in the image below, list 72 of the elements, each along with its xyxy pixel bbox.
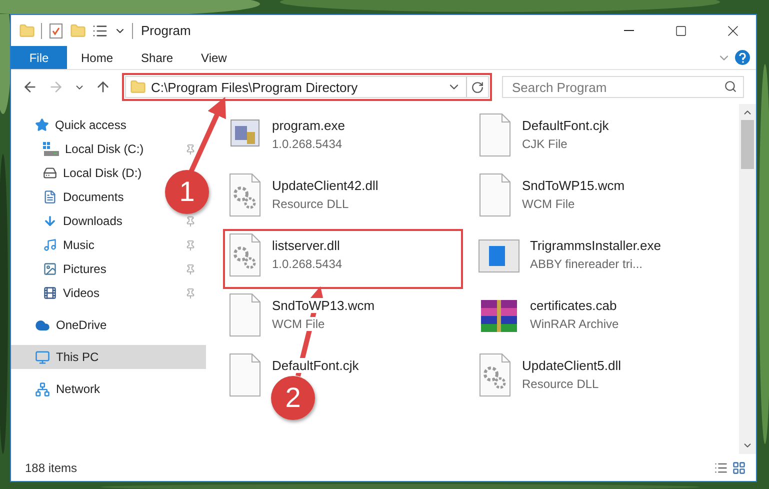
sidebar-item[interactable]: Documents	[11, 185, 128, 209]
file-detail: Resource DLL	[522, 377, 599, 391]
maximize-icon	[675, 24, 687, 36]
details-view-icon[interactable]	[714, 460, 728, 474]
file-name[interactable]: UpdateClient5.dll	[522, 358, 622, 373]
file-name[interactable]: certificates.cab	[530, 298, 617, 313]
file-name[interactable]: SndToWP15.wcm	[522, 178, 625, 193]
refresh-icon	[471, 80, 484, 94]
gear-file-icon	[477, 352, 513, 398]
file-detail: WCM File	[272, 317, 325, 331]
system-drive-icon	[43, 142, 59, 156]
item-count: 188 items	[25, 460, 78, 474]
scrollbar-thumb[interactable]	[741, 120, 754, 169]
picture-icon	[43, 262, 57, 276]
file-detail: 1.0.268.5434	[272, 257, 342, 271]
pin-icon[interactable]	[185, 264, 196, 274]
drive-icon	[43, 166, 57, 180]
folder-icon	[130, 79, 146, 95]
file-detail: Resource DLL	[272, 197, 349, 211]
file-icon	[227, 352, 263, 398]
file-name[interactable]: SndToWP13.wcm	[272, 298, 375, 313]
sidebar-item[interactable]: Downloads	[11, 209, 126, 233]
download-icon	[43, 214, 57, 228]
sidebar-item[interactable]: OneDrive	[11, 313, 111, 337]
sidebar-item[interactable]: Quick access	[11, 113, 130, 137]
search-field[interactable]: Search Program	[502, 76, 744, 98]
monitor-icon	[35, 350, 50, 364]
music-note-icon	[43, 238, 57, 252]
file-name[interactable]: DefaultFont.cjk	[522, 118, 609, 133]
minimize-icon	[624, 30, 634, 31]
file-name[interactable]: TrigrammsInstaller.exe	[530, 238, 661, 253]
list-icon[interactable]	[92, 22, 108, 38]
gear-file-icon	[227, 172, 263, 218]
file-name[interactable]: DefaultFont.cjk	[272, 358, 359, 373]
ribbon-tab[interactable]: View	[187, 46, 241, 69]
file-detail: CJK File	[522, 137, 568, 151]
cloud-icon	[35, 318, 50, 332]
file-name[interactable]: listserver.dll	[272, 238, 340, 253]
search-icon[interactable]	[724, 80, 737, 93]
sidebar-item[interactable]: Videos	[11, 281, 104, 305]
pin-icon[interactable]	[185, 216, 196, 226]
star-icon	[35, 118, 49, 132]
file-detail: 1.0.268.5434	[272, 137, 342, 151]
file-detail: WinRAR Archive	[530, 317, 619, 331]
pin-icon[interactable]	[185, 144, 196, 154]
sidebar-item[interactable]: Local Disk (C:)	[11, 137, 148, 161]
file-name[interactable]: UpdateClient42.dll	[272, 178, 378, 193]
document-icon	[43, 190, 57, 204]
properties-icon[interactable]	[48, 22, 64, 38]
film-icon	[43, 286, 57, 300]
sidebar-item[interactable]: Local Disk (D:)	[11, 161, 146, 185]
file-icon	[227, 292, 263, 338]
sidebar-item[interactable]: Network	[11, 377, 104, 401]
ribbon-tab[interactable]: Home	[67, 46, 128, 69]
tiles-view-icon[interactable]	[732, 460, 746, 474]
scrollbar[interactable]	[739, 104, 756, 454]
network-icon	[35, 382, 50, 396]
sidebar-item[interactable]: Pictures	[11, 257, 110, 281]
pin-icon[interactable]	[185, 288, 196, 298]
ribbon-tab[interactable]: File	[11, 46, 67, 69]
file-detail: ABBY finereader tri...	[530, 257, 642, 271]
file-detail: WCM File	[522, 197, 575, 211]
sidebar-item[interactable]: This PC	[11, 345, 206, 369]
address-bar[interactable]: C:\Program Files\Program Directory	[125, 76, 489, 98]
help-icon[interactable]	[735, 50, 750, 65]
ribbon-tab[interactable]: Share	[127, 46, 188, 69]
sidebar-item[interactable]: Music	[11, 233, 98, 257]
file-icon	[477, 172, 513, 218]
gear-file-icon	[227, 232, 263, 278]
window-title: Program	[141, 23, 192, 38]
pin-icon[interactable]	[185, 240, 196, 250]
file-icon	[477, 112, 513, 158]
